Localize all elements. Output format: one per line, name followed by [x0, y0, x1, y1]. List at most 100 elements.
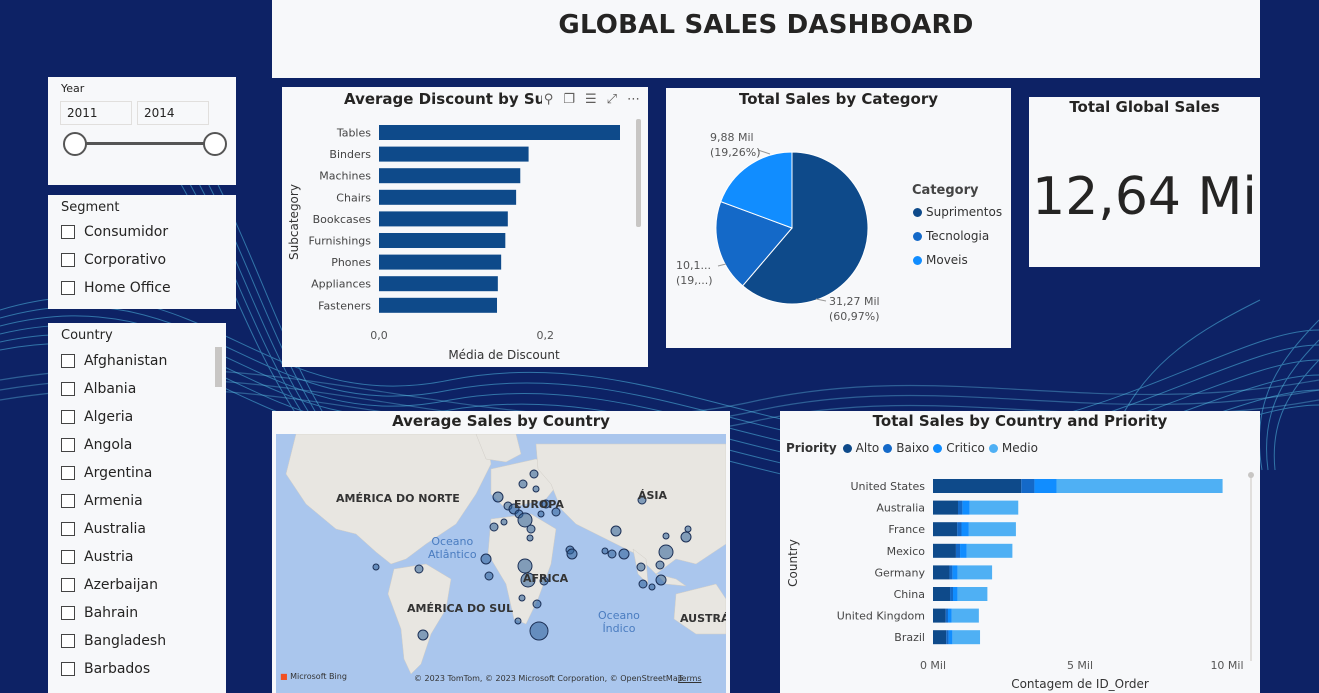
- stacked-bar-segment[interactable]: [1056, 479, 1223, 493]
- x-tick-label: 10 Mil: [1210, 659, 1243, 672]
- stacked-bar-segment[interactable]: [933, 543, 956, 558]
- bar[interactable]: [379, 254, 502, 270]
- stacked-bar-segment[interactable]: [952, 565, 958, 580]
- stacked-bar-segment[interactable]: [957, 587, 988, 601]
- bar-category-label: Phones: [331, 256, 371, 269]
- country-scrollbar[interactable]: [215, 347, 222, 387]
- bar[interactable]: [379, 233, 506, 248]
- segment-option-corporativo[interactable]: Corporativo: [61, 249, 166, 271]
- checkbox[interactable]: [61, 662, 75, 676]
- stacked-bar-segment[interactable]: [933, 587, 951, 601]
- stacked-bar-segment[interactable]: [945, 608, 948, 623]
- stacked-bar-segment[interactable]: [933, 479, 1022, 493]
- year-end-input[interactable]: 2014: [137, 101, 209, 125]
- checkbox[interactable]: [61, 225, 75, 239]
- bar[interactable]: [379, 125, 620, 140]
- checkbox[interactable]: [61, 606, 75, 620]
- stacked-bar-segment[interactable]: [949, 565, 953, 580]
- checkbox[interactable]: [61, 281, 75, 295]
- stacked-bar-segment[interactable]: [957, 565, 993, 580]
- stacked-bar-segment[interactable]: [969, 500, 1019, 515]
- stacked-bar-segment[interactable]: [950, 587, 953, 601]
- dashboard-title: GLOBAL SALES DASHBOARD: [558, 10, 974, 40]
- legend-item-tecnologia[interactable]: Tecnologia: [913, 229, 989, 243]
- checkbox[interactable]: [61, 522, 75, 536]
- y-axis-label: Subcategory: [287, 184, 301, 260]
- checkbox[interactable]: [61, 382, 75, 396]
- year-slider-track[interactable]: [74, 142, 217, 145]
- checkbox[interactable]: [61, 494, 75, 508]
- stacked-bar-segment[interactable]: [951, 608, 979, 623]
- checkbox[interactable]: [61, 634, 75, 648]
- stacked-bar-segment[interactable]: [952, 587, 958, 601]
- total-global-sales-card[interactable]: Total Global Sales 12,64 Mi: [1029, 97, 1260, 267]
- country-option[interactable]: Albania: [61, 378, 136, 400]
- checkbox[interactable]: [61, 253, 75, 267]
- country-option[interactable]: Azerbaijan: [61, 574, 158, 596]
- pie-label-moveis: 9,88 Mil (19,26%): [710, 131, 761, 159]
- map-label-africa: ÁFRICA: [523, 572, 569, 585]
- chart-scrollbar-thumb[interactable]: [1248, 472, 1254, 478]
- stacked-bar-segment[interactable]: [968, 522, 1016, 537]
- country-option[interactable]: Armenia: [61, 490, 143, 512]
- stacked-bar-segment[interactable]: [933, 608, 946, 623]
- discount-chart-card[interactable]: Average Discount by Subcategory ⚲ ❐ ☰ ⤢ …: [282, 87, 648, 367]
- country-option[interactable]: Afghanistan: [61, 350, 167, 372]
- country-option[interactable]: Bangladesh: [61, 630, 166, 652]
- stacked-bar-segment[interactable]: [933, 500, 958, 515]
- chart-scrollbar[interactable]: [636, 119, 641, 227]
- country-option[interactable]: Argentina: [61, 462, 152, 484]
- stacked-bar-segment[interactable]: [1021, 479, 1035, 493]
- stacked-bar-segment[interactable]: [966, 543, 1013, 558]
- stacked-bar-segment[interactable]: [948, 630, 953, 645]
- bar[interactable]: [379, 168, 521, 184]
- country-option[interactable]: Austria: [61, 546, 133, 568]
- country-option[interactable]: Barbados: [61, 658, 150, 680]
- bar[interactable]: [379, 211, 508, 227]
- segment-option-home-office[interactable]: Home Office: [61, 277, 171, 299]
- checkbox[interactable]: [61, 466, 75, 480]
- discount-bar-chart: Tables Binders Machines Chairs Bookcases Furn…: [287, 119, 641, 362]
- world-map[interactable]: AMÉRICA DO NORTE EUROPA ÁSIA ÁFRICA AMÉR…: [276, 434, 726, 693]
- bar[interactable]: [379, 189, 517, 205]
- segment-option-consumidor[interactable]: Consumidor: [61, 221, 168, 243]
- map-label-north-america: AMÉRICA DO NORTE: [336, 492, 460, 505]
- country-option[interactable]: Bahrain: [61, 602, 138, 624]
- stacked-bar-segment[interactable]: [960, 543, 967, 558]
- bar[interactable]: [379, 297, 498, 313]
- stacked-bar-segment[interactable]: [933, 522, 958, 537]
- stacked-bar-segment[interactable]: [955, 543, 961, 558]
- country-option[interactable]: Angola: [61, 434, 132, 456]
- stacked-bar-segment[interactable]: [947, 608, 952, 623]
- checkbox[interactable]: [61, 410, 75, 424]
- stacked-bar-segment[interactable]: [1034, 479, 1057, 493]
- legend-item-suprimentos[interactable]: Suprimentos: [913, 205, 1002, 219]
- stacked-bar-segment[interactable]: [957, 522, 962, 537]
- stacked-bar-segment[interactable]: [957, 500, 963, 515]
- bar-category-label: Mexico: [887, 545, 926, 558]
- country-option[interactable]: Algeria: [61, 406, 133, 428]
- checkbox[interactable]: [61, 550, 75, 564]
- priority-chart-card[interactable]: Total Sales by Country and Priority Prio…: [780, 411, 1260, 693]
- stacked-bar-segment[interactable]: [961, 522, 969, 537]
- kpi-title: Total Global Sales: [1069, 98, 1220, 116]
- legend-item-moveis[interactable]: Moveis: [913, 253, 968, 267]
- checkbox[interactable]: [61, 578, 75, 592]
- stacked-bar-segment[interactable]: [952, 630, 981, 645]
- stacked-bar-segment[interactable]: [933, 630, 947, 645]
- checkbox[interactable]: [61, 438, 75, 452]
- bar[interactable]: [379, 146, 529, 162]
- year-slider-end-handle[interactable]: [203, 132, 227, 156]
- bar-category-label: Appliances: [311, 278, 371, 291]
- stacked-bar-segment[interactable]: [946, 630, 949, 645]
- checkbox[interactable]: [61, 354, 75, 368]
- map-chart-card[interactable]: Average Sales by Country AMÉRICA DO NORT…: [272, 411, 730, 693]
- country-option[interactable]: Australia: [61, 518, 146, 540]
- year-start-input[interactable]: 2011: [60, 101, 132, 125]
- map-terms-link[interactable]: Terms: [678, 674, 702, 683]
- year-slider-start-handle[interactable]: [63, 132, 87, 156]
- category-chart-card[interactable]: Total Sales by Category 9,88 Mil (19,26%)…: [666, 88, 1011, 348]
- stacked-bar-segment[interactable]: [933, 565, 950, 580]
- stacked-bar-segment[interactable]: [962, 500, 970, 515]
- bar[interactable]: [379, 276, 498, 292]
